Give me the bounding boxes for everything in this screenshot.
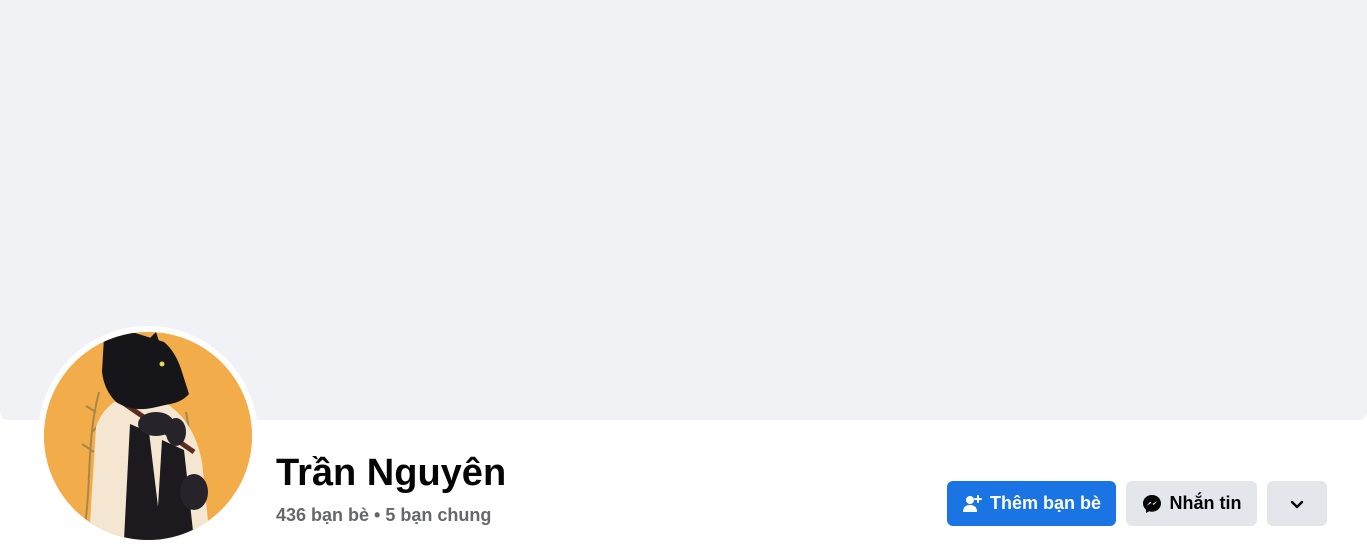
friends-count-link[interactable]: 436 bạn bè (276, 505, 369, 525)
profile-avatar[interactable] (44, 332, 252, 540)
mutual-friends-link[interactable]: 5 bạn chung (385, 505, 491, 525)
more-options-button[interactable] (1267, 481, 1327, 526)
message-button[interactable]: Nhắn tin (1126, 481, 1257, 526)
message-label: Nhắn tin (1169, 493, 1242, 513)
profile-name: Trần Nguyên (276, 452, 507, 494)
add-friend-icon (962, 494, 982, 514)
chevron-down-icon (1287, 494, 1307, 514)
avatar-illustration (44, 332, 252, 540)
messenger-icon (1142, 494, 1162, 514)
add-friend-button[interactable]: Thêm bạn bè (947, 481, 1116, 526)
friend-stats: 436 bạn bè • 5 bạn chung (276, 503, 491, 527)
profile-header: Trần Nguyên 436 bạn bè • 5 bạn chung Thê… (0, 0, 1367, 552)
stats-separator: • (369, 505, 386, 525)
add-friend-label: Thêm bạn bè (989, 493, 1101, 513)
